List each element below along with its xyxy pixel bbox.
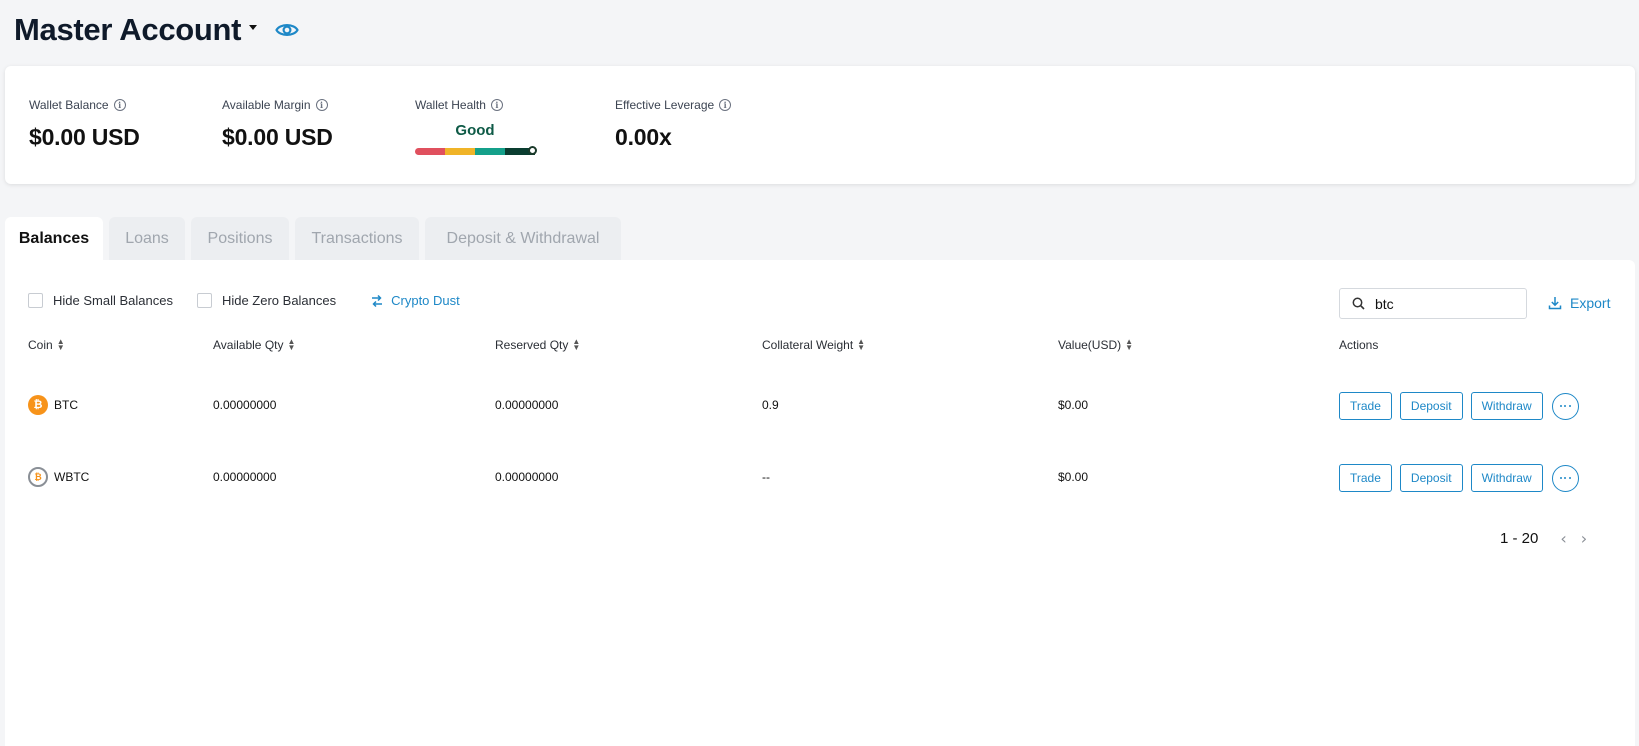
more-options-icon[interactable] <box>1551 392 1579 420</box>
tab-positions[interactable]: Positions <box>191 217 289 260</box>
info-icon[interactable]: i <box>113 99 126 111</box>
value-usd-cell: $0.00 <box>1058 398 1089 412</box>
reserved-qty-cell: 0.00000000 <box>495 398 559 412</box>
hide-zero-balances-checkbox[interactable] <box>196 293 212 308</box>
wallet-balance-value: $0.00 USD <box>29 124 140 150</box>
collateral-weight-cell: 0.9 <box>762 398 779 412</box>
sort-icon[interactable]: ▲ ▼ <box>857 338 865 352</box>
crypto-dust-label: Crypto Dust <box>391 293 460 308</box>
info-icon[interactable]: i <box>490 99 503 111</box>
hide-zero-balances-label: Hide Zero Balances <box>221 293 337 308</box>
available-qty-cell: 0.00000000 <box>213 470 277 484</box>
export-button[interactable]: Export <box>1548 295 1610 311</box>
table-row: ₿ WBTC 0.00000000 0.00000000 -- $0.00 Tr… <box>5 458 1635 498</box>
sort-icon[interactable]: ▲ ▼ <box>572 338 580 352</box>
account-header: Master Account <box>14 12 299 48</box>
health-bar-segment <box>475 147 505 155</box>
table-header: Coin ▲ ▼ Available Qty ▲ ▼ Reserved Qty ▲ ▼… <box>5 338 1635 358</box>
sort-icon[interactable]: ▲ ▼ <box>57 338 65 352</box>
column-value-usd[interactable]: Value(USD) ▲ ▼ <box>1058 338 1133 353</box>
wallet-balance-label: Wallet Balance <box>29 98 109 112</box>
row-actions: Trade Deposit Withdraw <box>1339 392 1579 420</box>
tab-loans[interactable]: Loans <box>109 217 185 260</box>
caret-down-icon[interactable] <box>249 24 258 30</box>
wallet-health-label: Wallet Health <box>415 98 486 112</box>
balances-toolbar: Hide Small Balances Hide Zero Balances C… <box>28 293 460 308</box>
reserved-qty-cell: 0.00000000 <box>495 470 559 484</box>
column-available-qty[interactable]: Available Qty ▲ ▼ <box>213 338 295 353</box>
info-icon[interactable]: i <box>315 99 328 111</box>
table-row: ₿ BTC 0.00000000 0.00000000 0.9 $0.00 Tr… <box>5 386 1635 426</box>
sort-icon[interactable]: ▲ ▼ <box>1125 338 1133 352</box>
available-margin-label: Available Margin <box>222 98 311 112</box>
deposit-button[interactable]: Deposit <box>1399 464 1463 492</box>
hide-small-balances-checkbox[interactable] <box>28 293 43 308</box>
withdraw-button[interactable]: Withdraw <box>1470 392 1543 420</box>
health-indicator-knob <box>528 146 537 155</box>
eye-icon[interactable] <box>275 21 299 39</box>
coin-symbol: WBTC <box>54 470 90 484</box>
bitcoin-icon: ₿ <box>28 395 48 415</box>
effective-leverage-label: Effective Leverage <box>615 98 715 112</box>
health-bar-segment <box>415 147 445 155</box>
column-collateral-weight[interactable]: Collateral Weight ▲ ▼ <box>762 338 865 353</box>
chevron-left-icon[interactable]: ‹ <box>1560 529 1566 548</box>
pagination-range: 1 - 20 <box>1500 530 1539 547</box>
convert-icon <box>372 294 383 307</box>
balances-panel: Hide Small Balances Hide Zero Balances C… <box>5 260 1635 746</box>
page: Master Account Wallet Balance i $0.00 US… <box>0 0 1639 746</box>
wallet-summary-card: Wallet Balance i $0.00 USD Available Mar… <box>5 66 1635 184</box>
effective-leverage-stat: Effective Leverage i 0.00x <box>615 98 732 151</box>
sort-icon[interactable]: ▲ ▼ <box>287 338 295 352</box>
chevron-right-icon[interactable]: › <box>1581 529 1587 548</box>
hide-zero-balances-toggle[interactable]: Hide Zero Balances <box>196 293 337 308</box>
pagination: 1 - 20 ‹ › <box>1500 529 1587 548</box>
column-coin[interactable]: Coin ▲ ▼ <box>28 338 65 353</box>
available-qty-cell: 0.00000000 <box>213 398 277 412</box>
coin-symbol: BTC <box>54 398 78 412</box>
hide-small-balances-toggle[interactable]: Hide Small Balances <box>28 293 173 308</box>
search-box[interactable] <box>1339 288 1527 319</box>
search-icon <box>1352 297 1365 310</box>
value-usd-cell: $0.00 <box>1058 470 1089 484</box>
page-title[interactable]: Master Account <box>14 12 242 48</box>
column-reserved-qty[interactable]: Reserved Qty ▲ ▼ <box>495 338 580 353</box>
info-icon[interactable]: i <box>719 99 732 111</box>
more-options-icon[interactable] <box>1551 464 1579 492</box>
trade-button[interactable]: Trade <box>1339 392 1392 420</box>
search-input[interactable] <box>1375 295 1515 312</box>
available-margin-stat: Available Margin i $0.00 USD <box>222 98 333 151</box>
tab-deposit-withdrawal[interactable]: Deposit & Withdrawal <box>425 217 621 260</box>
wallet-health-value: Good <box>455 122 495 139</box>
withdraw-button[interactable]: Withdraw <box>1470 464 1543 492</box>
available-margin-value: $0.00 USD <box>222 124 333 150</box>
effective-leverage-value: 0.00x <box>615 124 672 150</box>
trade-button[interactable]: Trade <box>1339 464 1392 492</box>
wallet-health-stat: Wallet Health i Good <box>415 98 537 155</box>
coin-cell: ₿ BTC <box>28 395 78 415</box>
download-icon <box>1548 297 1562 310</box>
tab-balances[interactable]: Balances <box>5 217 103 260</box>
row-actions: Trade Deposit Withdraw <box>1339 464 1579 492</box>
collateral-weight-cell: -- <box>762 470 770 484</box>
coin-cell: ₿ WBTC <box>28 467 89 487</box>
wallet-health-bar <box>415 146 537 155</box>
hide-small-balances-label: Hide Small Balances <box>53 293 173 308</box>
wrapped-bitcoin-icon: ₿ <box>28 467 48 487</box>
crypto-dust-link[interactable]: Crypto Dust <box>370 293 460 308</box>
health-bar-segment <box>445 147 475 155</box>
export-label: Export <box>1570 295 1611 311</box>
account-tabs: Balances Loans Positions Transactions De… <box>5 217 621 260</box>
wallet-balance-stat: Wallet Balance i $0.00 USD <box>29 98 140 151</box>
deposit-button[interactable]: Deposit <box>1399 392 1463 420</box>
column-actions: Actions <box>1339 338 1379 352</box>
tab-transactions[interactable]: Transactions <box>295 217 419 260</box>
